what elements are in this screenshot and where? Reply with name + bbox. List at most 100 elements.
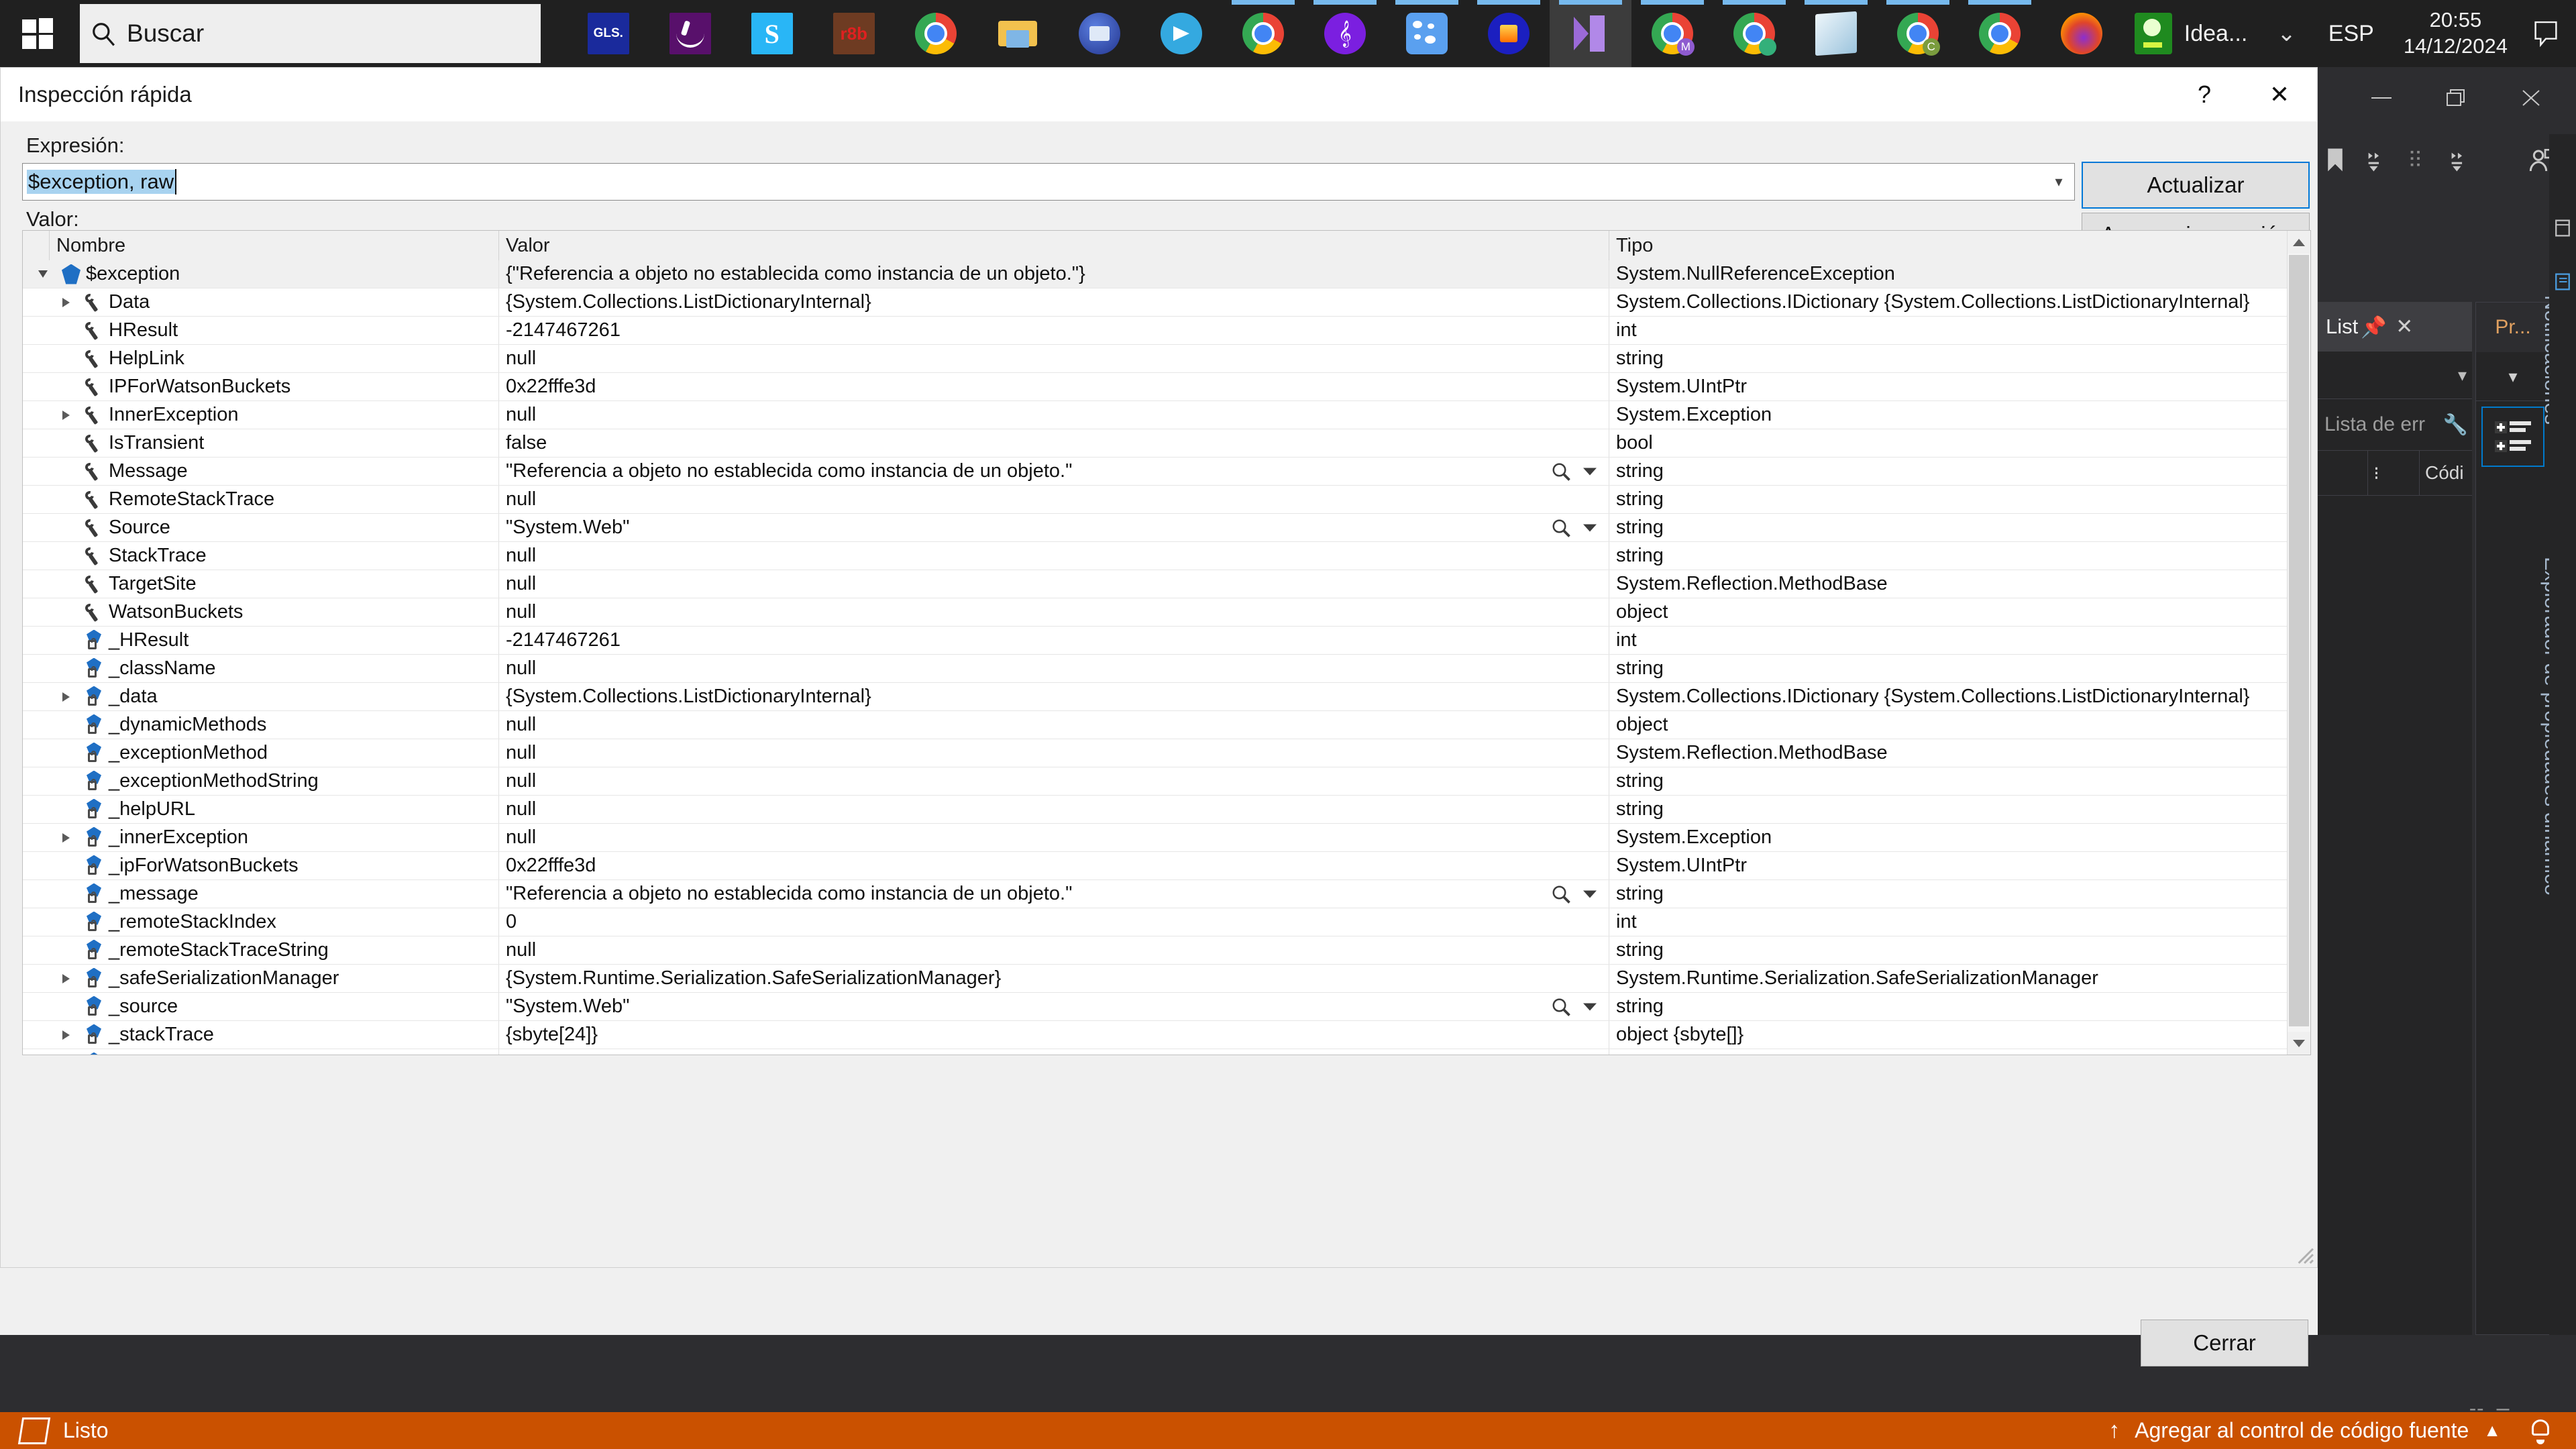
table-row[interactable]: IPForWatsonBuckets 0x22fffe3d System.UIntP… [23, 373, 2288, 401]
grid-cell-valor[interactable]: null [499, 345, 1609, 372]
table-row[interactable]: $exception {"Referencia a objeto no estab… [23, 260, 2288, 288]
grid-cell-valor[interactable]: 0x22fffe3d [499, 373, 1609, 400]
error-list-tab[interactable]: List 📌 ✕ [2318, 302, 2472, 352]
notification-center-icon[interactable] [2522, 20, 2569, 47]
grid-cell-valor[interactable]: null [499, 739, 1609, 767]
grid-cell-valor[interactable]: {"Referencia a objeto no establecida com… [499, 260, 1609, 288]
chevron-down-icon[interactable]: ▾ [2043, 164, 2074, 200]
wrench-icon[interactable]: 🔧 [2443, 413, 2472, 437]
grid-cell-valor[interactable]: {System.Collections.ListDictionaryIntern… [499, 683, 1609, 710]
refresh-button[interactable]: Actualizar [2082, 162, 2310, 209]
chevron-down-icon[interactable]: ⌄ [2259, 20, 2314, 47]
visualizer-dropdown-icon[interactable] [1583, 524, 1597, 531]
expander-toggle-icon[interactable] [52, 1030, 79, 1040]
table-row[interactable]: IsTransient false bool [23, 429, 2288, 458]
visualizer-dropdown-icon[interactable] [1583, 468, 1597, 475]
resize-grip[interactable] [2292, 1242, 2314, 1265]
string-visualizer-icon[interactable] [1551, 518, 1571, 538]
table-row[interactable]: TargetSite null System.Reflection.MethodBa… [23, 570, 2288, 598]
taskbar-app-firefox[interactable] [2041, 0, 2123, 67]
grid-cell-valor[interactable]: {System.Collections.ListDictionaryIntern… [499, 288, 1609, 316]
taskbar-app-r8b[interactable]: r8b [813, 0, 895, 67]
grid-cell-valor[interactable]: null [499, 598, 1609, 626]
table-row[interactable]: StackTrace null string [23, 542, 2288, 570]
taskbar-app-notepad[interactable] [1795, 0, 1877, 67]
expander-toggle-icon[interactable] [30, 270, 56, 278]
taskbar-app-audacity[interactable] [1468, 0, 1550, 67]
taskbar-app-chrome[interactable] [895, 0, 977, 67]
status-source-control-group[interactable]: ↑ Agregar al control de código fuente ▲ [2108, 1417, 2576, 1444]
table-row[interactable]: _className null string [23, 655, 2288, 683]
grid-cell-valor[interactable]: -2147467261 [499, 627, 1609, 654]
error-list-search[interactable]: Lista de err 🔧 [2318, 398, 2472, 451]
close-icon[interactable]: ✕ [2389, 315, 2420, 339]
taskbar-app-thunderbird[interactable] [1059, 0, 1140, 67]
table-row[interactable]: _stackTraceString null string [23, 1049, 2288, 1055]
grid-cell-valor[interactable]: null [499, 542, 1609, 570]
help-button[interactable]: ? [2167, 68, 2242, 121]
grid-cell-valor[interactable]: null [499, 711, 1609, 739]
grid-cell-valor[interactable]: -2147467261 [499, 317, 1609, 344]
grid-vertical-scrollbar[interactable] [2287, 231, 2310, 1055]
grid-header-nombre[interactable]: Nombre [50, 231, 499, 260]
taskbar-app-chrome-c[interactable]: C [1877, 0, 1959, 67]
step-into-icon[interactable] [2439, 140, 2481, 182]
table-row[interactable]: InnerException null System.Exception [23, 401, 2288, 429]
step-over-icon[interactable] [2356, 140, 2398, 182]
grid-cell-valor[interactable]: null [499, 570, 1609, 598]
taskbar-app-chrome-m[interactable]: M [1631, 0, 1713, 67]
table-row[interactable]: _helpURL null string [23, 796, 2288, 824]
taskbar-app-chrome-3[interactable] [1959, 0, 2041, 67]
table-row[interactable]: Source "System.Web" string [23, 514, 2288, 542]
grid-cell-valor[interactable]: null [499, 401, 1609, 429]
string-visualizer-icon[interactable] [1551, 997, 1571, 1017]
taskbar-app-music[interactable]: 𝄞 [1304, 0, 1386, 67]
table-row[interactable]: RemoteStackTrace null string [23, 486, 2288, 514]
grid-cell-valor[interactable]: "Referencia a objeto no establecida como… [499, 458, 1609, 485]
taskbar-app-explorer[interactable] [977, 0, 1059, 67]
table-row[interactable]: _remoteStackIndex 0 int [23, 908, 2288, 936]
bookmark-icon[interactable] [2314, 140, 2356, 182]
table-row[interactable]: Data {System.Collections.ListDictionaryIn… [23, 288, 2288, 317]
grid-cell-valor[interactable]: null [499, 486, 1609, 513]
grid-cell-valor[interactable]: "System.Web" [499, 514, 1609, 541]
grid-cell-valor[interactable]: {System.Runtime.Serialization.SafeSerial… [499, 965, 1609, 992]
table-row[interactable]: _exceptionMethod null System.Reflection.Me… [23, 739, 2288, 767]
visualizer-dropdown-icon[interactable] [1583, 1003, 1597, 1010]
taskbar-app-chrome-melon[interactable] [1713, 0, 1795, 67]
grid-cell-valor[interactable]: 0x22fffe3d [499, 852, 1609, 879]
expander-toggle-icon[interactable] [52, 973, 79, 983]
table-row[interactable]: Message "Referencia a objeto no estableci… [23, 458, 2288, 486]
grid-cell-valor[interactable]: null [499, 796, 1609, 823]
scroll-down-button[interactable] [2288, 1032, 2310, 1055]
table-row[interactable]: _HResult -2147467261 int [23, 627, 2288, 655]
visualizer-dropdown-icon[interactable] [1583, 890, 1597, 898]
taskbar-search-box[interactable]: Buscar [80, 4, 541, 63]
expression-input[interactable]: $exception, raw ▾ [22, 163, 2075, 201]
taskbar-clock[interactable]: 20:55 14/12/2024 [2389, 7, 2522, 60]
string-visualizer-icon[interactable] [1551, 884, 1571, 904]
expander-toggle-icon[interactable] [52, 692, 79, 702]
table-row[interactable]: WatsonBuckets null object [23, 598, 2288, 627]
taskbar-app-visual-studio[interactable] [1549, 0, 1631, 67]
table-row[interactable]: _safeSerializationManager {System.Runtime… [23, 965, 2288, 993]
grid-cell-valor[interactable]: {sbyte[24]} [499, 1021, 1609, 1049]
expander-toggle-icon[interactable] [52, 833, 79, 843]
taskbar-app-purple[interactable] [649, 0, 731, 67]
table-row[interactable]: _remoteStackTraceString null string [23, 936, 2288, 965]
taskbar-app-bluedots[interactable] [1386, 0, 1468, 67]
grid-cell-valor[interactable]: null [499, 1049, 1609, 1055]
grid-cell-valor[interactable]: null [499, 655, 1609, 682]
table-row[interactable]: _dynamicMethods null object [23, 711, 2288, 739]
rail-icon-1[interactable] [2549, 201, 2576, 255]
table-row[interactable]: _ipForWatsonBuckets 0x22fffe3d System.UInt… [23, 852, 2288, 880]
scroll-thumb[interactable] [2289, 255, 2309, 1026]
table-row[interactable]: _innerException null System.Exception [23, 824, 2288, 852]
taskbar-app-gls[interactable]: GLS. [568, 0, 649, 67]
close-button[interactable]: ✕ [2242, 68, 2317, 121]
grid-cell-valor[interactable]: false [499, 429, 1609, 457]
close-dialog-button[interactable]: Cerrar [2141, 1320, 2308, 1366]
table-row[interactable]: _exceptionMethodString null string [23, 767, 2288, 796]
table-row[interactable]: HResult -2147467261 int [23, 317, 2288, 345]
error-list-overflow[interactable]: ▾ [2318, 352, 2472, 398]
